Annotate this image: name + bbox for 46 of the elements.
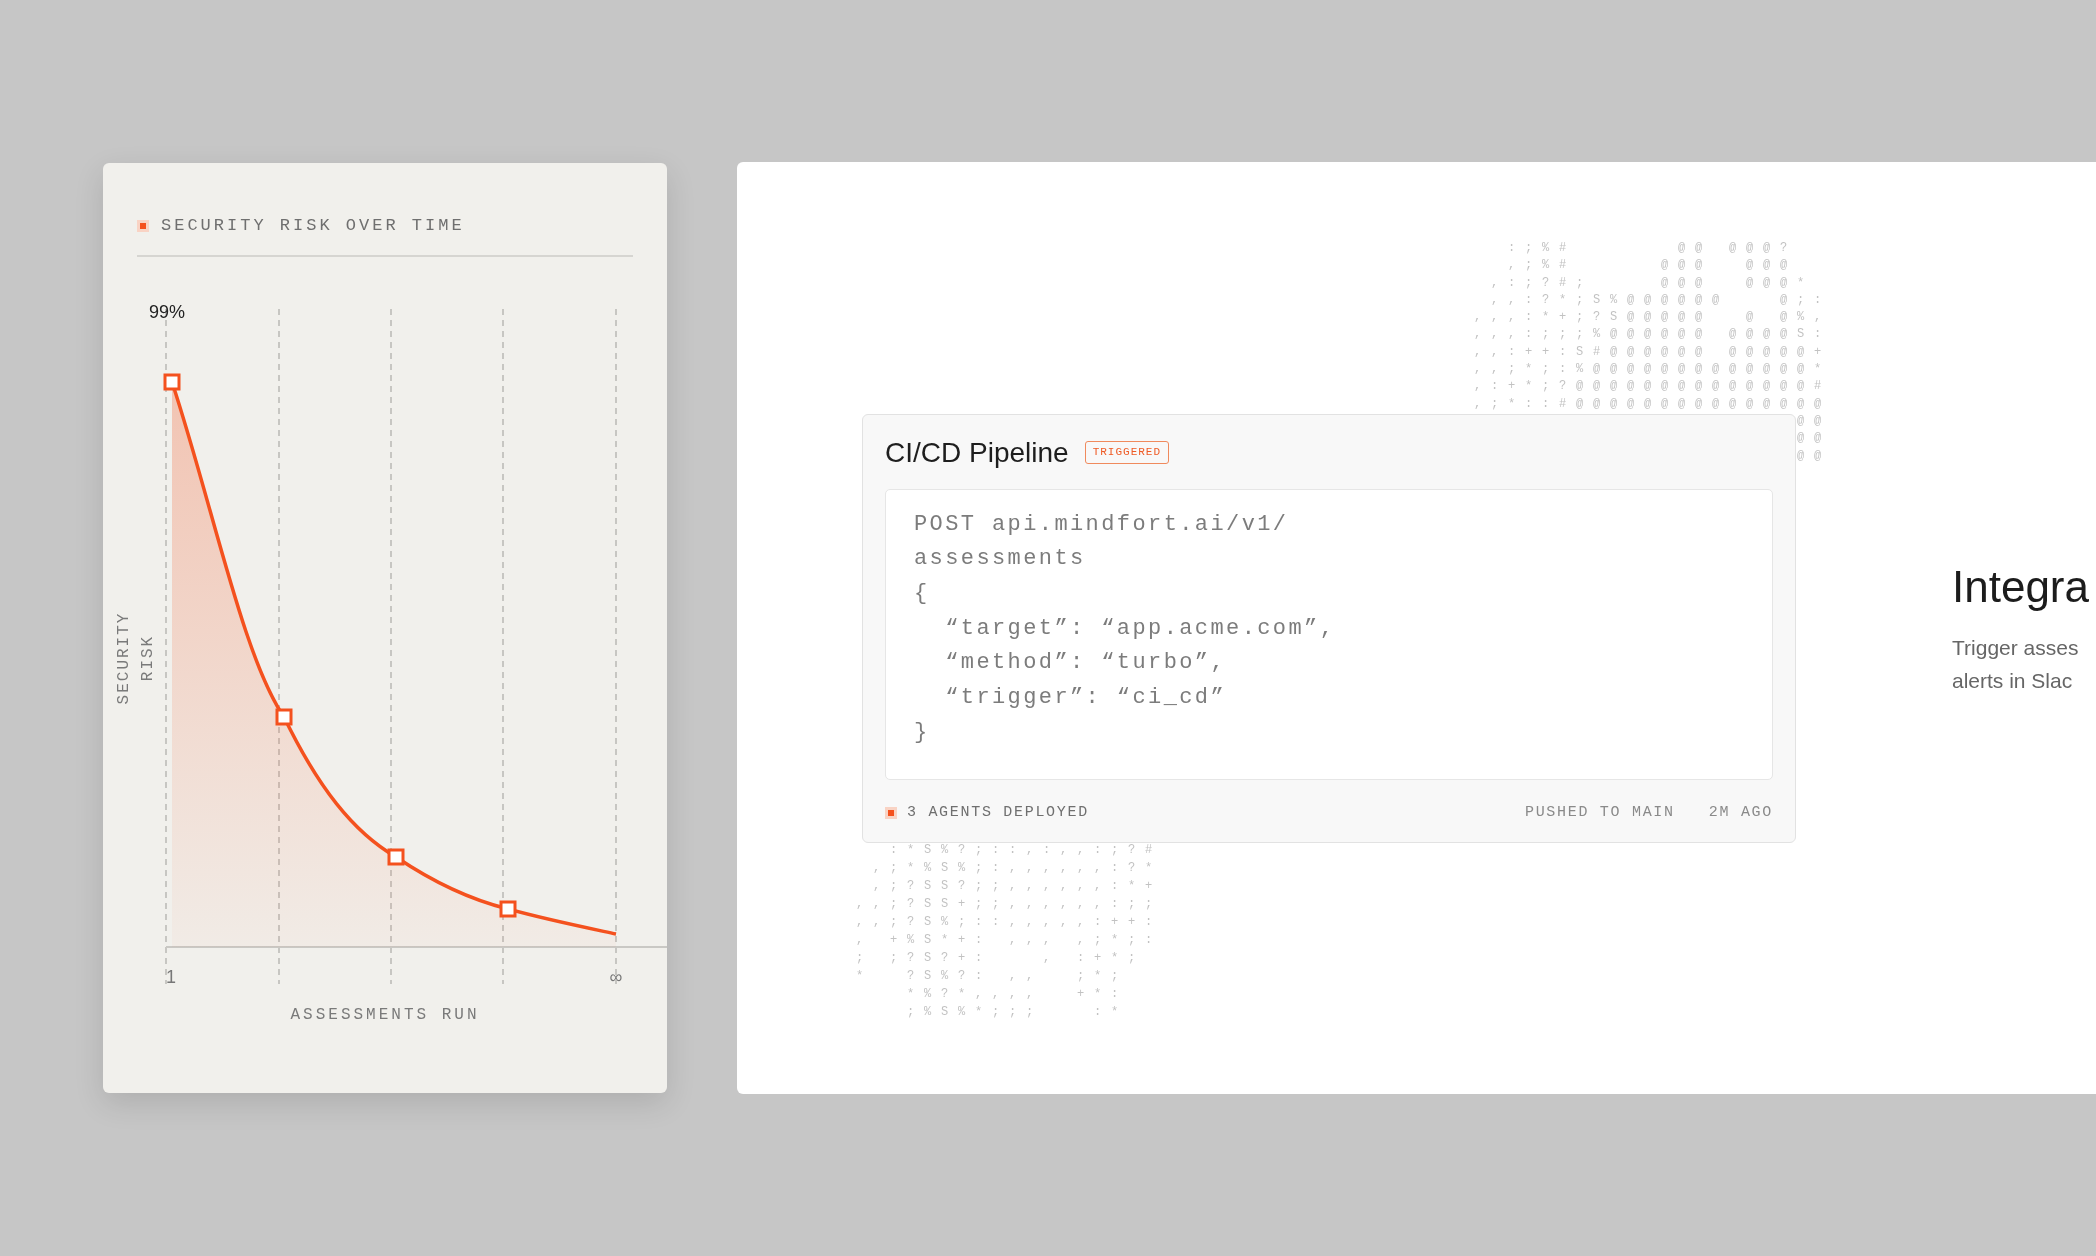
ascii-art-line: @@	[1796, 412, 1832, 430]
ascii-art-line: ,:;?#; @@@ @@@*	[1490, 274, 1816, 292]
x-tick-label: 1	[165, 965, 177, 989]
code-line: “method”: “turbo”,	[944, 649, 1228, 678]
meta-text: 2M AGO	[1708, 802, 1773, 823]
agents-status: 3 AGENTS DEPLOYED	[907, 802, 1089, 823]
ascii-art-line: ,;%# @@@ @@@	[1507, 257, 1799, 275]
code-line: “target”: “app.acme.com”,	[944, 614, 1337, 643]
ascii-art-line: ,;*%S%;:,,,,,,:?*	[872, 860, 1163, 877]
ascii-art-line: ,,,:;;;%@@@@@@ @@@@S:	[1474, 326, 1832, 344]
ascii-art-line: * ?S%?: ,, ;*;	[856, 968, 1130, 985]
code-line: POST api.mindfort.ai/v1/	[914, 510, 1290, 539]
description-line: Trigger asses	[1952, 635, 2080, 661]
y-tick-label: 99%	[149, 300, 186, 324]
x-tick-label: ∞	[608, 965, 624, 989]
x-axis-label: ASSESSMENTS RUN	[289, 1004, 481, 1026]
ascii-art-line: *%?*,,,, +*:	[906, 986, 1130, 1003]
code-line: {	[914, 579, 931, 608]
ascii-art-line: ,,;*;:%@@@@@@@@@@@@@*	[1474, 361, 1832, 379]
square-marker-icon	[885, 806, 897, 819]
description-line: alerts in Slac	[1952, 668, 2074, 694]
ascii-art-line: @@	[1796, 447, 1832, 465]
ascii-art-line: @@	[1796, 430, 1832, 448]
chart-title: SECURITY RISK OVER TIME	[161, 215, 465, 237]
code-line: assessments	[914, 545, 1087, 574]
ascii-art-line: ;%S%*;;; :*	[906, 1004, 1130, 1021]
ascii-art-line: ,,:?*;S%@@@@@@ @;:	[1490, 291, 1832, 309]
ascii-art-line: :;%# @@ @@@?	[1507, 240, 1799, 257]
section-heading: Integra	[1952, 561, 2089, 613]
ascii-art-line: , +%S*+: ,,, ,;*;:	[856, 932, 1163, 949]
meta-text: PUSHED TO MAIN	[1524, 802, 1675, 823]
ascii-art-line: ,,:++:S#@@@@@@ @@@@@+	[1474, 343, 1832, 361]
ascii-art-line: ,;?SS?;;,,,,,,:*+	[872, 878, 1163, 895]
status-tag: TRIGGERED	[1084, 441, 1170, 464]
ascii-art-line: ; ;?S?+: , :+*;	[856, 950, 1147, 967]
code-line: }	[914, 718, 931, 747]
ascii-art-line: :*S%?;::,:,,:;?#	[889, 842, 1163, 859]
code-line: “trigger”: “ci_cd”	[944, 684, 1228, 712]
ascii-art-line: ,,;?S%;::,,,,,:++:	[856, 914, 1163, 931]
ascii-art-line: ,,;?SS+;;,,,,,,:;;	[856, 896, 1163, 913]
ascii-art-line: ,;*::#@@@@@@@@@@@@@@@	[1474, 395, 1832, 413]
square-marker-icon	[137, 219, 149, 232]
y-axis-label: SECURITY RISK	[114, 610, 158, 706]
card-title: CI/CD Pipeline	[885, 435, 1069, 470]
ascii-art-line: ,:+*;?@@@@@@@@@@@@@@#	[1474, 378, 1832, 396]
ascii-art-line: ,,,:*+;?S@@@@@ @ @%,	[1474, 309, 1832, 327]
